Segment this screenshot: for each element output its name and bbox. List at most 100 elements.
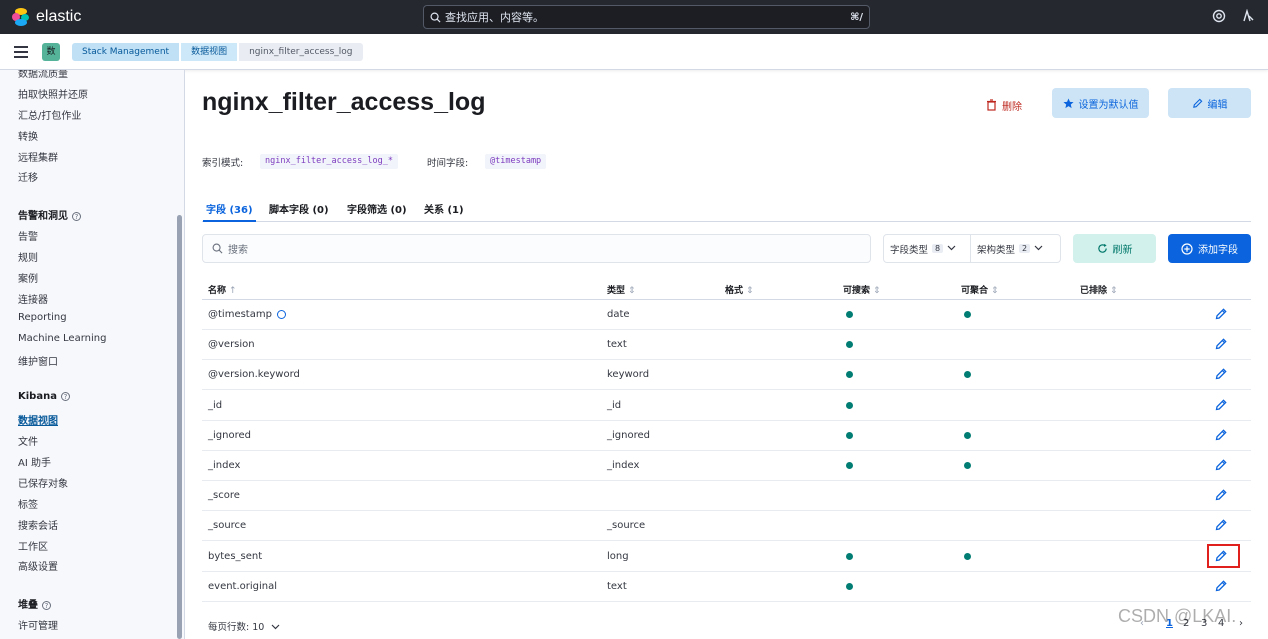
sidebar-item-rules[interactable]: 规则 [18,249,38,264]
rows-per-page-selector[interactable]: 每页行数: 10 [208,619,280,633]
help-icon[interactable] [1211,9,1227,25]
clock-icon [277,310,286,319]
tab-bar: 字段 (36) 脚本字段 (0) 字段筛选 (0) 关系 (1) [202,194,1251,222]
edit-field-icon[interactable] [1214,458,1228,472]
sidebar-item-snapshot[interactable]: 拍取快照并还原 [18,86,88,101]
sidebar-item-maintenance-windows[interactable]: 维护窗口 [18,353,58,368]
user-menu-icon[interactable] [1239,8,1255,25]
sidebar-item-migrate[interactable]: 迁移 [18,169,38,184]
field-name: @version [208,339,255,351]
sidebar-item-data-views[interactable]: 数据视图 [18,412,58,427]
breadcrumb: Stack Management 数据视图 nginx_filter_acces… [72,42,363,61]
sidebar-item-advanced-settings[interactable]: 高级设置 [18,558,58,573]
menu-toggle-icon[interactable] [14,45,28,58]
sidebar-item-cases[interactable]: 案例 [18,270,38,285]
watermark: CSDN @LKAI. [1118,606,1237,626]
tab-scripted-fields[interactable]: 脚本字段 (0) [269,201,329,216]
breadcrumb-data-views[interactable]: 数据视图 [181,42,238,61]
sidebar-item-transforms[interactable]: 转换 [18,128,38,143]
sidebar: 数据流质量 拍取快照并还原 汇总/打包作业 转换 远程集群 迁移 告警和洞见? … [0,70,185,639]
field-name: bytes_sent [208,550,263,562]
searchable-dot-icon [846,431,853,439]
tab-field-filters[interactable]: 字段筛选 (0) [347,201,407,216]
sidebar-item-tags[interactable]: 标签 [18,496,38,511]
tab-fields[interactable]: 字段 (36) [203,201,256,222]
refresh-button[interactable]: 刷新 [1073,234,1156,263]
sidebar-item-alerts[interactable]: 告警 [18,228,38,243]
top-header: elastic 查找应用、内容等。 ⌘/ [0,0,1268,34]
field-search-input[interactable]: 搜索 [202,234,871,263]
column-format[interactable]: 格式 ⇕ [725,283,754,296]
edit-button[interactable]: 编辑 [1168,88,1251,118]
sidebar-section-alerts-title: 告警和洞见 [18,211,68,222]
sidebar-item-spaces[interactable]: 工作区 [18,538,48,553]
sidebar-item-license[interactable]: 许可管理 [18,617,58,632]
main-content: nginx_filter_access_log 删除 设置为默认值 编辑 索引模… [186,70,1268,639]
sidebar-section-stack: 堆叠? [18,596,51,611]
field-search-placeholder: 搜索 [228,245,248,256]
sidebar-scrollbar[interactable] [177,215,182,639]
edit-field-icon[interactable] [1214,337,1228,351]
field-name: @timestamp [208,309,272,320]
pencil-icon [1192,98,1202,108]
searchable-dot-icon [846,401,853,409]
field-type: long [607,550,629,562]
sidebar-section-kibana: Kibana? [18,391,70,402]
edit-field-icon[interactable] [1214,398,1228,412]
schema-type-filter[interactable]: 架构类型 2 [970,234,1061,263]
sidebar-item-files[interactable]: 文件 [18,433,38,448]
breadcrumb-bar: 数 Stack Management 数据视图 nginx_filter_acc… [0,34,1268,70]
column-excluded[interactable]: 已排除 ⇕ [1080,283,1118,296]
pagination-next-icon[interactable]: › [1239,618,1243,629]
column-searchable[interactable]: 可搜索 ⇕ [843,283,881,296]
edit-field-icon[interactable] [1214,367,1228,381]
column-name[interactable]: 名称 ↑ [208,283,237,296]
elastic-logo[interactable]: elastic [12,8,132,26]
sidebar-item-machine-learning[interactable]: Machine Learning [18,333,106,344]
searchable-dot-icon [846,462,853,469]
sort-icon: ⇕ [628,286,636,296]
help-icon[interactable]: ? [60,391,70,401]
sidebar-item-connectors[interactable]: 连接器 [18,291,48,306]
table-row: @timestamp date [202,300,1251,330]
sidebar-item-remote-clusters[interactable]: 远程集群 [18,149,58,164]
column-aggregatable[interactable]: 可聚合 ⇕ [961,283,999,296]
column-aggregatable-label: 可聚合 [961,286,989,296]
field-type: _id [607,399,622,411]
table-row: _score [202,481,1251,512]
sort-icon: ⇕ [746,286,754,296]
sidebar-item-data-quality[interactable]: 数据流质量 [18,70,68,80]
brand-name: elastic [36,8,82,25]
table-row: event.original text [202,572,1251,602]
field-type: _source [607,520,646,532]
delete-button[interactable]: 删除 [986,94,1022,116]
edit-field-icon[interactable] [1214,518,1228,532]
add-field-label: 添加字段 [1198,245,1238,256]
edit-field-icon[interactable] [1214,579,1228,593]
field-name: _index [208,460,241,471]
sidebar-item-saved-objects[interactable]: 已保存对象 [18,475,68,490]
edit-field-icon[interactable] [1214,307,1228,321]
sidebar-item-reporting[interactable]: Reporting [18,312,67,323]
search-icon [212,243,223,254]
edit-label: 编辑 [1207,99,1228,111]
edit-field-icon[interactable] [1214,428,1228,442]
breadcrumb-stack-management[interactable]: Stack Management [72,42,180,61]
app-badge[interactable]: 数 [42,42,60,61]
index-pattern-label: 索引模式: [202,158,244,169]
field-name: _score [208,490,240,502]
global-search-input[interactable]: 查找应用、内容等。 ⌘/ [423,5,870,29]
help-icon[interactable]: ? [42,600,51,610]
field-type-filter[interactable]: 字段类型 8 [883,234,971,263]
aggregatable-dot-icon [964,311,971,318]
set-default-button[interactable]: 设置为默认值 [1052,88,1149,118]
sidebar-item-search-sessions[interactable]: 搜索会话 [18,517,58,532]
field-type: text [607,580,627,592]
add-field-button[interactable]: 添加字段 [1168,234,1251,263]
sidebar-item-ai-assistant[interactable]: AI 助手 [18,454,51,469]
tab-relationships[interactable]: 关系 (1) [424,201,464,216]
column-type[interactable]: 类型 ⇕ [607,283,636,296]
sidebar-item-rollup[interactable]: 汇总/打包作业 [18,107,81,122]
help-icon[interactable]: ? [72,211,81,221]
edit-field-icon[interactable] [1214,488,1228,502]
